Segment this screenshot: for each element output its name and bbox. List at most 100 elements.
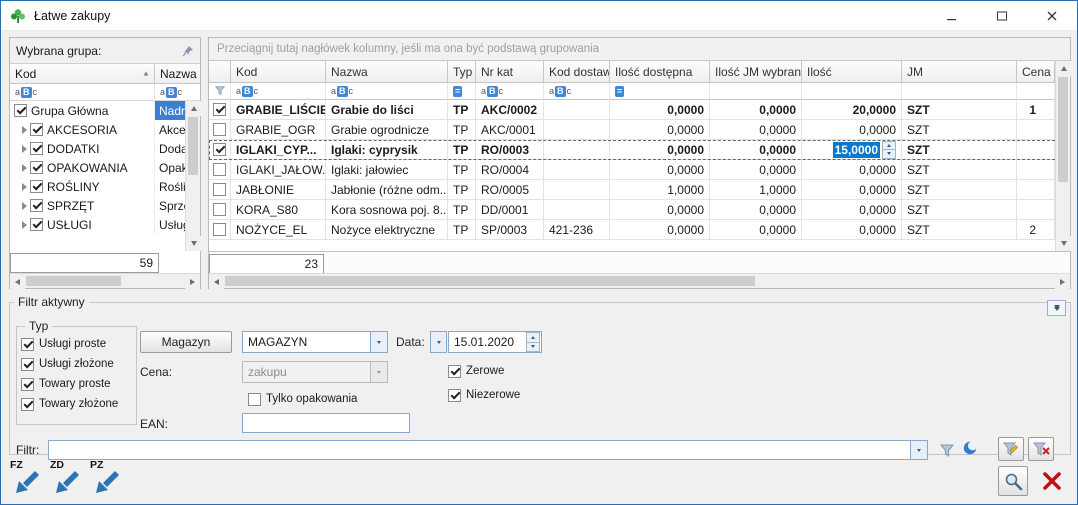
filter-type-indicator[interactable]: aBc <box>236 86 258 97</box>
filter-cell-jm[interactable] <box>902 83 1017 100</box>
dropdown-arrow-icon[interactable] <box>370 332 387 352</box>
grid-horizontal-scrollbar[interactable] <box>209 273 1070 288</box>
expand-icon[interactable] <box>22 164 27 172</box>
filter-checkbox-towary-proste[interactable]: Towary proste <box>21 374 132 394</box>
column-header-ilosc_jm[interactable]: Ilość JM wybrana <box>710 61 802 83</box>
row-checkbox[interactable] <box>213 143 226 156</box>
scroll-left-button[interactable] <box>209 274 224 289</box>
column-header-kod[interactable]: Kod <box>231 61 326 83</box>
magazyn-button[interactable]: Magazyn <box>140 331 232 353</box>
group-vertical-scrollbar[interactable] <box>185 101 200 251</box>
date-spinner[interactable] <box>526 332 540 352</box>
close-button[interactable] <box>1027 1 1077 30</box>
magazyn-select[interactable]: MAGAZYN <box>242 331 388 353</box>
column-header-kod[interactable]: Kod <box>10 64 155 83</box>
column-header-kod_dostawcy[interactable]: Kod dostawcy <box>544 61 610 83</box>
expand-icon[interactable] <box>22 221 27 229</box>
filter-cell-kod_dostawcy[interactable]: aBc <box>544 83 610 100</box>
column-header-jm[interactable]: JM <box>902 61 1017 83</box>
quantity-editor-value[interactable]: 15,0000 <box>833 142 880 158</box>
scroll-left-button[interactable] <box>10 274 25 289</box>
filter-type-indicator[interactable]: = <box>615 86 624 97</box>
filter-type-indicator[interactable]: aBc <box>549 86 571 97</box>
group-checkbox[interactable] <box>30 142 43 155</box>
pz-document-button[interactable]: PZ <box>87 458 125 500</box>
row-checkbox[interactable] <box>213 103 226 116</box>
maximize-button[interactable] <box>977 1 1027 30</box>
scroll-right-button[interactable] <box>185 274 200 289</box>
row-checkbox[interactable] <box>213 223 226 236</box>
scroll-thumb[interactable] <box>225 276 755 286</box>
row-checkbox[interactable] <box>213 123 226 136</box>
grid-vertical-scrollbar[interactable] <box>1055 61 1070 251</box>
checkbox-zerowe[interactable]: Zerowe <box>448 361 504 381</box>
filter-cell-nazwa[interactable]: aBc <box>326 83 448 100</box>
group-checkbox[interactable] <box>30 199 43 212</box>
table-row[interactable]: KORA_S80Kora sosnowa poj. 8...TPDD/00010… <box>209 200 1070 220</box>
filter-checkbox-us-ugi-proste[interactable]: Usługi proste <box>21 334 132 354</box>
group-checkbox[interactable] <box>14 104 27 117</box>
group-checkbox[interactable] <box>30 218 43 231</box>
group-checkbox[interactable] <box>30 123 43 136</box>
table-row[interactable]: IGLAKI_JAŁOW...Iglaki: jałowiecTPRO/0004… <box>209 160 1070 180</box>
fz-document-button[interactable]: FZ <box>7 458 45 500</box>
column-header-ilosc[interactable]: Ilość <box>802 61 902 83</box>
scroll-up-button[interactable] <box>1056 61 1071 76</box>
table-row[interactable]: GRABIE_OGRGrabie ogrodniczeTPAKC/00010,0… <box>209 120 1070 140</box>
scroll-right-button[interactable] <box>1055 274 1070 289</box>
checkbox-niezerowe[interactable]: Niezerowe <box>448 385 520 405</box>
pin-icon[interactable] <box>182 45 194 57</box>
filter-cell-kod[interactable]: aBc <box>231 83 326 100</box>
minimize-button[interactable] <box>927 1 977 30</box>
group-tree-row[interactable]: OPAKOWANIA Opak <box>10 158 200 177</box>
column-header-ilosc_dostepna[interactable]: Ilość dostępna <box>610 61 710 83</box>
table-row[interactable]: JABŁONIEJabłonie (różne odm...TPRO/00051… <box>209 180 1070 200</box>
date-field[interactable]: 15.01.2020 <box>448 331 542 353</box>
table-row[interactable]: GRABIE_LIŚCIEGrabie do liściTPAKC/00020,… <box>209 100 1070 120</box>
scroll-thumb[interactable] <box>26 276 121 286</box>
filter-cell-ilosc_jm[interactable] <box>710 83 802 100</box>
scroll-down-button[interactable] <box>1056 236 1071 251</box>
group-tree-row[interactable]: DODATKI Doda <box>10 139 200 158</box>
scroll-up-button[interactable] <box>186 101 201 116</box>
row-checkbox[interactable] <box>213 203 226 216</box>
expand-icon[interactable] <box>22 183 27 191</box>
group-horizontal-scrollbar[interactable] <box>10 273 200 288</box>
column-header-cena[interactable]: Cena <box>1017 61 1055 83</box>
filter-cell-ilosc_dostepna[interactable]: = <box>610 83 710 100</box>
filter-cell-nrkat[interactable]: aBc <box>476 83 544 100</box>
filter-cell-typ[interactable]: = <box>448 83 476 100</box>
column-header-nazwa[interactable]: Nazwa <box>155 64 200 83</box>
filter-checkbox-towary-z-o-one[interactable]: Towary złożone <box>21 394 132 414</box>
group-tree-row[interactable]: SPRZĘT Sprzę <box>10 196 200 215</box>
group-checkbox[interactable] <box>30 180 43 193</box>
filter-checkbox-us-ugi-z-o-one[interactable]: Usługi złożone <box>21 354 132 374</box>
select-all-header-cell[interactable] <box>209 61 231 83</box>
expand-icon[interactable] <box>22 145 27 153</box>
group-tree-row[interactable]: ROŚLINY Rośli <box>10 177 200 196</box>
filter-type-indicator[interactable]: aBc <box>15 87 37 98</box>
quantity-spinner[interactable] <box>882 141 896 159</box>
filter-funnel-cell[interactable] <box>209 83 231 100</box>
column-header-nrkat[interactable]: Nr kat <box>476 61 544 83</box>
quantity-cell-editing[interactable]: 15,0000 <box>802 140 902 160</box>
filter-type-indicator[interactable]: aBc <box>331 86 353 97</box>
scroll-thumb[interactable] <box>1058 77 1068 182</box>
expand-icon[interactable] <box>22 202 27 210</box>
row-checkbox[interactable] <box>213 183 226 196</box>
filter-cell-ilosc[interactable] <box>802 83 902 100</box>
filter-type-indicator[interactable]: aBc <box>160 87 182 98</box>
group-tree-row[interactable]: AKCESORIA Akces <box>10 120 200 139</box>
table-row[interactable]: NOŻYCE_ELNożyce elektryczneTPSP/0003421-… <box>209 220 1070 240</box>
column-header-nazwa[interactable]: Nazwa <box>326 61 448 83</box>
column-header-typ[interactable]: Typ <box>448 61 476 83</box>
filter-cell-nazwa[interactable]: aBc <box>155 84 200 100</box>
row-checkbox[interactable] <box>213 163 226 176</box>
scroll-down-button[interactable] <box>186 236 201 251</box>
search-button[interactable] <box>998 466 1028 496</box>
close-window-button[interactable] <box>1034 462 1070 500</box>
filter-type-indicator[interactable]: = <box>453 86 462 97</box>
expand-icon[interactable] <box>22 126 27 134</box>
filter-cell-cena[interactable] <box>1017 83 1055 100</box>
scroll-thumb[interactable] <box>188 117 198 175</box>
